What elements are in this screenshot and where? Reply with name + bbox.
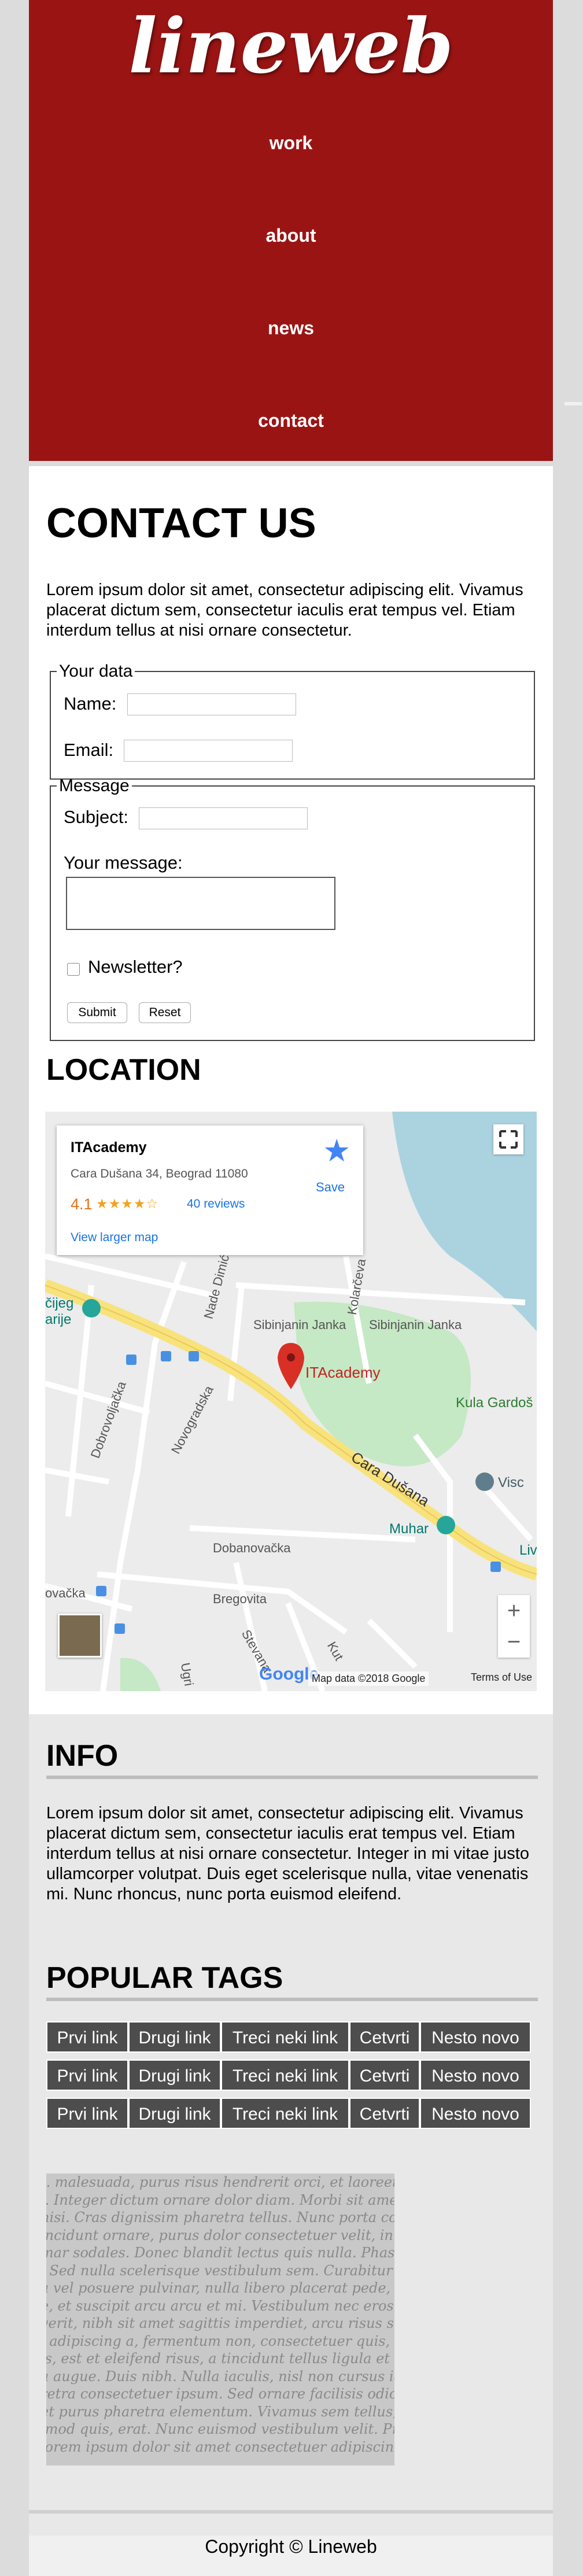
footer-divider: [29, 2510, 553, 2514]
place-title: ITAcademy: [71, 1139, 147, 1156]
message-textarea[interactable]: [66, 877, 335, 930]
street-label: Sibinjanin Janka: [253, 1317, 346, 1332]
map-data-credit: Map data ©2018 Google: [308, 1671, 429, 1686]
site-header: lineweb work about news contact: [29, 0, 553, 461]
place-rating: 4.1: [71, 1195, 93, 1213]
tag-link[interactable]: Cetvrti: [349, 2098, 420, 2129]
street-label: ovačka: [45, 1586, 86, 1600]
your-data-legend: Your data: [59, 662, 133, 681]
place-label-muhar: Muhar: [389, 1521, 429, 1537]
texture-line: a augue. Duis nibh. Nulla iaculis, nisl …: [46, 2368, 394, 2385]
your-data-fieldset: Your data: [50, 663, 535, 780]
texture-line: imod quis, erat. Nunc euismod vestibulum…: [46, 2421, 394, 2437]
tags-divider: [46, 1998, 538, 2001]
newsletter-checkbox[interactable]: [67, 963, 80, 976]
rating-stars-icon: ★★★★☆: [96, 1196, 159, 1211]
name-input[interactable]: [127, 693, 296, 715]
subject-label: Subject:: [64, 807, 129, 827]
scrollbar-thumb[interactable]: [564, 402, 582, 405]
texture-line: lorem ipsum dolor sit amet consectetuer …: [46, 2438, 394, 2455]
place-label-left-2: arije: [45, 1312, 72, 1327]
name-label: Name:: [64, 693, 117, 714]
texture-line: retra consectetuer ipsum. Sed ornare fac…: [46, 2386, 394, 2402]
texture-line: mar sodales. Donec blandit lectus quis n…: [46, 2245, 394, 2261]
place-label-left-1: čijeg: [45, 1296, 74, 1311]
info-title: INFO: [46, 1739, 119, 1773]
texture-line: a vel posuere pulvinar, nulla libero pla…: [46, 2280, 394, 2296]
tag-link[interactable]: Nesto novo: [420, 2060, 531, 2091]
nav-item-news[interactable]: news: [29, 316, 553, 339]
tag-link[interactable]: Treci neki link: [221, 2060, 349, 2091]
submit-button[interactable]: Submit: [67, 1002, 127, 1023]
tag-link[interactable]: Drugi link: [128, 2021, 221, 2053]
contact-intro: Lorem ipsum dolor sit amet, consectetur …: [46, 581, 523, 640]
poi-marker-visc: [475, 1472, 494, 1491]
tag-link[interactable]: Prvi link: [46, 2098, 128, 2129]
texture-line: verit, nibh sit amet sagittis imperdiet,…: [46, 2315, 394, 2331]
decorative-text-image: t. malesuada, purus risus hendrerit orci…: [46, 2173, 394, 2466]
save-link[interactable]: Save: [316, 1180, 345, 1195]
location-title: LOCATION: [46, 1053, 201, 1087]
reviews-link[interactable]: 40 reviews: [187, 1197, 245, 1211]
satellite-view-toggle[interactable]: [58, 1614, 102, 1658]
street-label: Sibinjanin Janka: [369, 1317, 462, 1332]
map-park-small: [120, 1658, 161, 1691]
texture-line: . Sed nulla scelerisque vestibulum sem. …: [46, 2262, 394, 2279]
texture-line: is, est et eleifend risus, a tincidunt t…: [46, 2350, 394, 2367]
zoom-out-button[interactable]: −: [498, 1626, 530, 1658]
map-pin-label: ITAcademy: [305, 1364, 381, 1381]
view-larger-map-link[interactable]: View larger map: [71, 1231, 158, 1245]
message-legend: Message: [59, 776, 130, 795]
info-text: Lorem ipsum dolor sit amet, consectetur …: [46, 1804, 529, 1903]
popular-tags-title: POPULAR TAGS: [46, 1961, 283, 1995]
site-logo[interactable]: lineweb: [29, 0, 553, 110]
tag-link[interactable]: Drugi link: [128, 2098, 221, 2129]
tag-link[interactable]: Drugi link: [128, 2060, 221, 2091]
place-label-kula: Kula Gardoš: [456, 1395, 533, 1411]
place-label-liv: Liv: [519, 1542, 537, 1558]
place-label-visc: Visc: [498, 1475, 524, 1490]
tag-link[interactable]: Cetvrti: [349, 2021, 420, 2053]
email-input[interactable]: [124, 740, 293, 762]
page: lineweb work about news contact CONTACT …: [29, 0, 553, 2576]
nav-item-about[interactable]: about: [29, 224, 553, 247]
terms-link[interactable]: Terms of Use: [471, 1671, 532, 1684]
texture-line: e, et suscipit arcu arcu et mi. Vestibul…: [46, 2297, 394, 2314]
poi-marker-left: [82, 1299, 101, 1317]
texture-line: nisi. Cras dignissim pharetra tellus. Nu…: [46, 2209, 394, 2226]
tag-link[interactable]: Nesto novo: [420, 2098, 531, 2129]
info-divider: [46, 1776, 538, 1779]
texture-line: et purus pharetra elementum. Vivamus sem…: [46, 2403, 394, 2420]
texture-line: incidunt ornare, purus dolor consectetue…: [46, 2227, 394, 2243]
copyright-text: Copyright © Lineweb: [205, 2536, 377, 2557]
newsletter-label: Newsletter?: [88, 957, 183, 977]
zoom-in-button[interactable]: +: [498, 1595, 530, 1626]
subject-input[interactable]: [139, 807, 308, 829]
tag-link[interactable]: Nesto novo: [420, 2021, 531, 2053]
street-label: Dobanovačka: [213, 1541, 291, 1555]
fullscreen-icon: [499, 1130, 518, 1149]
texture-line: , adipiscing a, fermentum non, consectet…: [46, 2333, 394, 2349]
street-label: Bregovita: [213, 1592, 267, 1606]
google-map[interactable]: Sibinjanin Janka Sibinjanin Janka Cara D…: [45, 1112, 537, 1691]
place-address: Cara Dušana 34, Beograd 11080: [71, 1167, 248, 1180]
tag-link[interactable]: Treci neki link: [221, 2021, 349, 2053]
poi-marker-muhar: [437, 1516, 455, 1534]
nav-item-work[interactable]: work: [29, 131, 553, 154]
tag-link[interactable]: Cetvrti: [349, 2060, 420, 2091]
nav-item-contact[interactable]: contact: [29, 409, 553, 432]
email-label: Email:: [64, 740, 114, 760]
zoom-control: + −: [498, 1595, 530, 1658]
your-message-label: Your message:: [64, 852, 183, 873]
reset-button[interactable]: Reset: [139, 1002, 191, 1023]
save-star-icon[interactable]: ★: [323, 1134, 350, 1168]
fullscreen-button[interactable]: [493, 1124, 523, 1154]
tag-link[interactable]: Treci neki link: [221, 2098, 349, 2129]
map-place-card: ITAcademy Cara Dušana 34, Beograd 11080 …: [57, 1125, 363, 1255]
texture-line: t. malesuada, purus risus hendrerit orci…: [46, 2174, 394, 2190]
contact-title: CONTACT US: [46, 500, 316, 547]
texture-line: l. Integer dictum ornare dolor diam. Mor…: [46, 2191, 394, 2208]
tag-link[interactable]: Prvi link: [46, 2021, 128, 2053]
tag-link[interactable]: Prvi link: [46, 2060, 128, 2091]
